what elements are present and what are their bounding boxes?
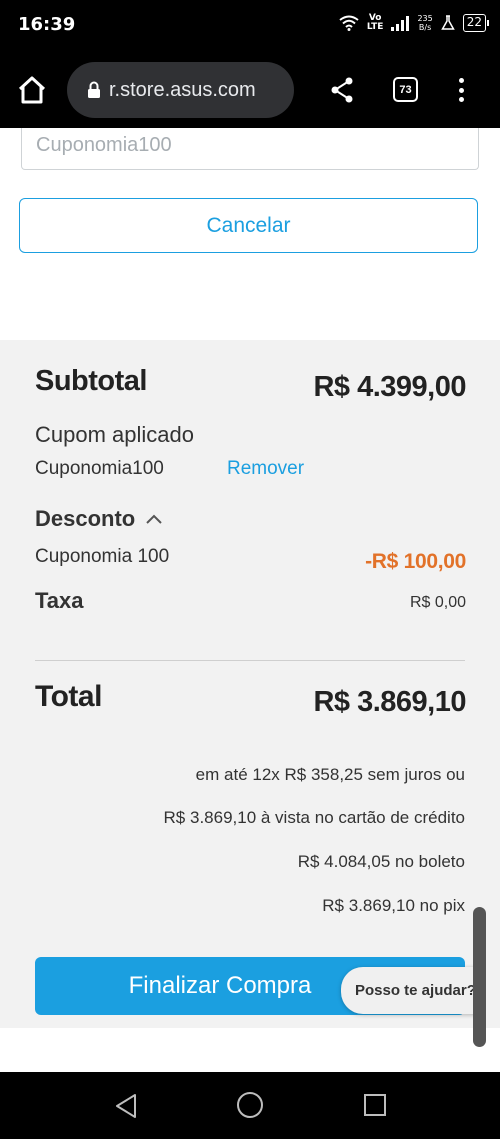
browser-toolbar: r.store.asus.com 73: [0, 52, 500, 128]
network-speed: 235 B/s: [417, 14, 433, 32]
recent-apps-icon[interactable]: [364, 1094, 386, 1116]
scrollbar[interactable]: [473, 907, 486, 1047]
lte-indicator: Vo LTE: [366, 13, 384, 32]
wifi-icon: [339, 15, 359, 31]
installment-info: em até 12x R$ 358,25 sem juros ou: [195, 765, 465, 784]
discount-toggle[interactable]: Desconto: [35, 506, 163, 532]
lock-icon: [88, 81, 100, 98]
page-content: Cuponomia100 Cancelar Subtotal R$ 4.399,…: [0, 128, 500, 1072]
order-summary: Subtotal R$ 4.399,00 Cupom aplicado Cupo…: [0, 340, 500, 1047]
tab-switcher-button[interactable]: 73: [393, 77, 418, 102]
status-icons: Vo LTE 235 B/s 22: [339, 13, 490, 32]
subtotal-label: Subtotal: [35, 365, 148, 397]
pix-price: R$ 3.869,10 no pix: [322, 896, 465, 915]
status-bar: 16:39 Vo LTE 235 B/s 22: [0, 0, 500, 52]
address-bar[interactable]: r.store.asus.com: [67, 62, 294, 118]
url-text: r.store.asus.com: [109, 78, 256, 101]
subtotal-value: R$ 4.399,00: [313, 371, 466, 403]
more-menu-icon[interactable]: [453, 76, 469, 104]
cancel-button[interactable]: Cancelar: [19, 198, 478, 253]
home-circle-icon[interactable]: [237, 1092, 263, 1118]
total-value: R$ 3.869,10: [313, 686, 466, 718]
share-icon[interactable]: [329, 76, 355, 104]
divider: [35, 660, 465, 661]
signal-icon: [391, 15, 410, 31]
total-label: Total: [35, 680, 102, 713]
applied-coupon-name: Cuponomia100: [35, 458, 164, 479]
flask-icon: [440, 15, 455, 30]
coupon-input[interactable]: Cuponomia100: [21, 128, 479, 170]
credit-card-price: R$ 3.869,10 à vista no cartão de crédito: [163, 808, 465, 827]
tax-label: Taxa: [35, 588, 84, 613]
discount-name: Cuponomia 100: [35, 546, 170, 567]
navigation-bar: [0, 1072, 500, 1139]
status-time: 16:39: [18, 14, 76, 35]
discount-value: -R$ 100,00: [365, 550, 466, 573]
battery-icon: 22: [462, 14, 490, 32]
back-icon[interactable]: [113, 1092, 139, 1120]
home-icon[interactable]: [16, 74, 48, 106]
help-chat-bubble[interactable]: Posso te ajudar?: [341, 967, 481, 1014]
coupon-applied-label: Cupom aplicado: [35, 422, 194, 447]
boleto-price: R$ 4.084,05 no boleto: [297, 852, 465, 871]
remove-coupon-link[interactable]: Remover: [227, 458, 304, 480]
discount-label: Desconto: [35, 506, 136, 531]
chevron-up-icon: [146, 514, 162, 524]
tax-value: R$ 0,00: [409, 594, 466, 611]
